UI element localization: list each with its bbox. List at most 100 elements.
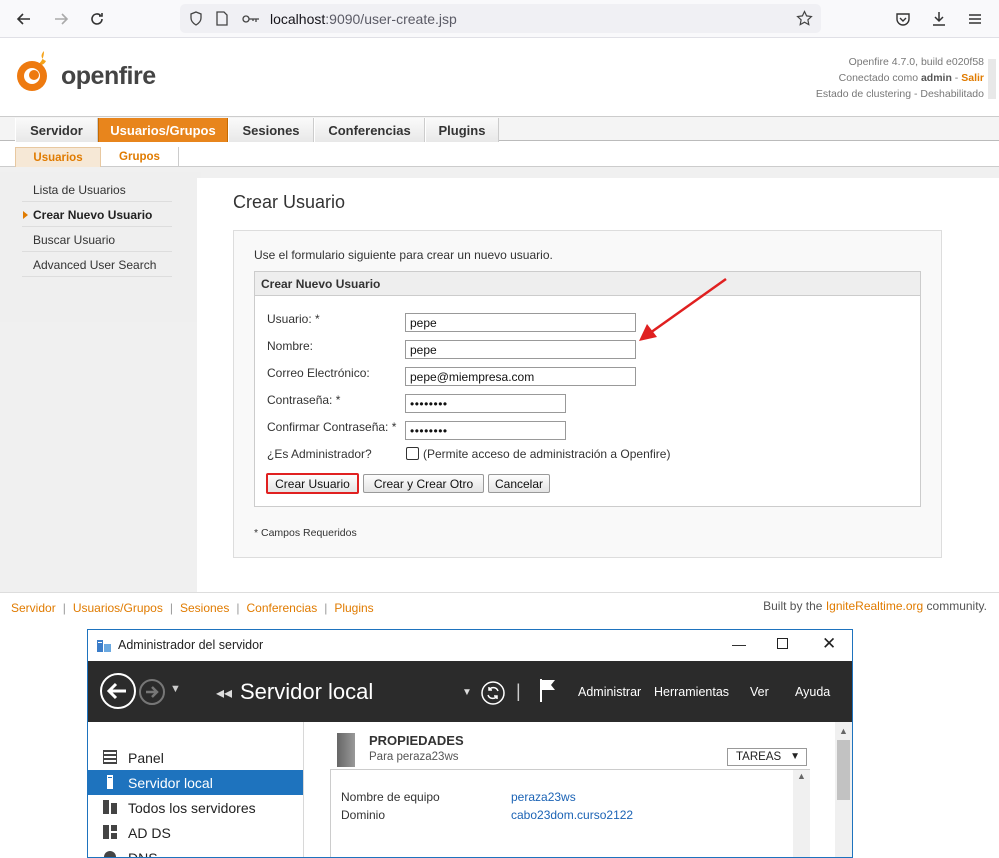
app-header: openfire Openfire 4.7.0, build e020f58 C… <box>0 39 999 117</box>
forward-icon[interactable] <box>50 8 72 30</box>
nav-ad-ds[interactable]: AD DS <box>88 820 303 845</box>
url-host: localhost <box>270 11 326 27</box>
pane-scrollbar[interactable]: ▲ <box>835 722 852 857</box>
browser-toolbar: localhost:9090/user-create.jsp <box>0 0 999 38</box>
sidebar-item-label: Advanced User Search <box>33 257 157 272</box>
refresh-icon[interactable] <box>481 681 505 710</box>
server-manager-heading: Servidor local <box>240 679 374 704</box>
connected-prefix: Conectado como <box>838 72 921 84</box>
tasks-dropdown[interactable]: TAREAS ▼ <box>727 748 807 766</box>
forward-arrow-icon[interactable] <box>138 678 166 711</box>
tasks-label: TAREAS <box>736 751 782 763</box>
tab-plugins[interactable]: Plugins <box>425 118 499 142</box>
back-icon[interactable] <box>13 8 35 30</box>
tab-sesiones[interactable]: Sesiones <box>228 118 314 142</box>
server-manager-nav: Panel Servidor local Todos los servidore… <box>88 722 304 857</box>
heading-dropdown-icon[interactable]: ▼ <box>462 687 472 698</box>
name-input[interactable]: pepe <box>405 340 636 359</box>
nav-todos-servidores[interactable]: Todos los servidores <box>88 795 303 820</box>
active-arrow-icon <box>23 211 28 219</box>
create-another-button[interactable]: Crear y Crear Otro <box>363 474 484 493</box>
password-input[interactable]: •••••••• <box>405 394 566 413</box>
nav-servidor-local[interactable]: Servidor local <box>88 770 303 795</box>
property-value-link[interactable]: cabo23dom.curso2122 <box>511 808 633 822</box>
footer-link-sesiones[interactable]: Sesiones <box>180 601 229 615</box>
menu-ayuda[interactable]: Ayuda <box>795 685 830 699</box>
scrollbar-thumb[interactable] <box>988 59 996 99</box>
annotation-arrow-icon <box>639 277 727 341</box>
pane-scroll-up-icon[interactable]: ▲ <box>839 726 848 736</box>
toolbar-divider: | <box>516 681 521 701</box>
logo-text[interactable]: openfire <box>61 62 156 91</box>
sidebar-item-label: Crear Nuevo Usuario <box>33 207 153 222</box>
reload-icon[interactable] <box>86 8 108 30</box>
username-label: Usuario: * <box>267 312 320 326</box>
subtab-grupos[interactable]: Grupos <box>101 147 179 167</box>
footer-link-servidor[interactable]: Servidor <box>11 601 56 615</box>
menu-ver[interactable]: Ver <box>750 685 769 699</box>
window-title: Administrador del servidor <box>118 638 264 652</box>
url-path: :9090/user-create.jsp <box>325 11 457 27</box>
admin-checkbox[interactable] <box>406 447 419 460</box>
nav-dns[interactable]: DNS <box>88 845 303 857</box>
sidebar: Lista de Usuarios Crear Nuevo Usuario Bu… <box>0 172 201 322</box>
footer-link-conferencias[interactable]: Conferencias <box>246 601 317 615</box>
tab-conferencias[interactable]: Conferencias <box>314 118 425 142</box>
breadcrumb-chevron-icon: ◂◂ <box>216 685 233 702</box>
subtab-usuarios[interactable]: Usuarios <box>15 147 101 167</box>
connected-line: Conectado como admin - Salir <box>816 70 984 86</box>
downloads-icon[interactable] <box>928 8 950 30</box>
email-input[interactable]: pepe@miempresa.com <box>405 367 636 386</box>
form-title: Crear Nuevo Usuario <box>255 272 920 296</box>
footer-link-plugins[interactable]: Plugins <box>334 601 373 615</box>
menu-icon[interactable] <box>964 8 986 30</box>
clustering-status: Estado de clustering - Deshabilitado <box>815 88 984 100</box>
pane-scroll-thumb[interactable] <box>837 740 850 800</box>
property-key: Dominio <box>341 808 386 822</box>
tab-servidor[interactable]: Servidor <box>15 118 98 142</box>
openfire-logo-icon[interactable] <box>10 49 56 100</box>
minimize-icon[interactable]: — <box>732 636 746 652</box>
close-icon[interactable]: ✕ <box>822 634 836 654</box>
window-titlebar[interactable]: Administrador del servidor — ✕ <box>88 630 852 661</box>
maximize-icon[interactable] <box>777 638 788 649</box>
sidebar-item-lista-usuarios[interactable]: Lista de Usuarios <box>22 178 172 202</box>
scroll-up-icon[interactable]: ▲ <box>797 771 806 781</box>
footer-links: Servidor | Usuarios/Grupos | Sesiones | Confer… <box>11 599 374 617</box>
sidebar-item-advanced-search[interactable]: Advanced User Search <box>22 253 172 277</box>
nav-panel[interactable]: Panel <box>88 745 303 770</box>
sidebar-item-crear-usuario[interactable]: Crear Nuevo Usuario <box>22 203 172 227</box>
footer-link-usuarios-grupos[interactable]: Usuarios/Grupos <box>73 601 163 615</box>
back-arrow-icon[interactable] <box>99 672 137 715</box>
server-tower-icon <box>337 733 355 767</box>
create-user-button[interactable]: Crear Usuario <box>266 473 359 494</box>
bookmark-star-icon[interactable] <box>796 10 813 32</box>
required-fields-note: * Campos Requeridos <box>254 527 357 539</box>
page-title: Crear Usuario <box>233 192 346 212</box>
header-info: Openfire 4.7.0, build e020f58 Conectado … <box>816 54 984 102</box>
notifications-flag-icon[interactable] <box>538 677 558 708</box>
nav-label: AD DS <box>128 824 171 841</box>
igniterealtime-link[interactable]: IgniteRealtime.org <box>826 599 923 613</box>
logout-link[interactable]: Salir <box>961 72 984 84</box>
cancel-button[interactable]: Cancelar <box>488 474 550 493</box>
sidebar-item-buscar-usuario[interactable]: Buscar Usuario <box>22 228 172 252</box>
inner-scrollbar[interactable]: ▲ <box>793 770 810 857</box>
server-manager-toolbar: ▼ ◂◂ Servidor local ▼ | Administrar Herr… <box>88 661 852 722</box>
address-bar[interactable]: localhost:9090/user-create.jsp <box>180 4 821 33</box>
history-dropdown-icon[interactable]: ▼ <box>170 683 181 695</box>
menu-herramientas[interactable]: Herramientas <box>654 685 729 699</box>
menu-administrar[interactable]: Administrar <box>578 685 641 699</box>
page-icon[interactable] <box>216 11 228 31</box>
server-icon <box>103 775 117 789</box>
shield-icon[interactable] <box>189 11 203 31</box>
username-input[interactable]: pepe <box>405 313 636 332</box>
sidebar-item-label: Lista de Usuarios <box>33 182 126 197</box>
tab-usuarios-grupos[interactable]: Usuarios/Grupos <box>98 118 228 142</box>
property-value-link[interactable]: peraza23ws <box>511 790 576 804</box>
connected-separator: - <box>951 72 962 84</box>
dashboard-icon <box>103 750 117 764</box>
pocket-icon[interactable] <box>892 8 914 30</box>
confirm-password-input[interactable]: •••••••• <box>405 421 566 440</box>
key-icon[interactable] <box>242 12 260 30</box>
